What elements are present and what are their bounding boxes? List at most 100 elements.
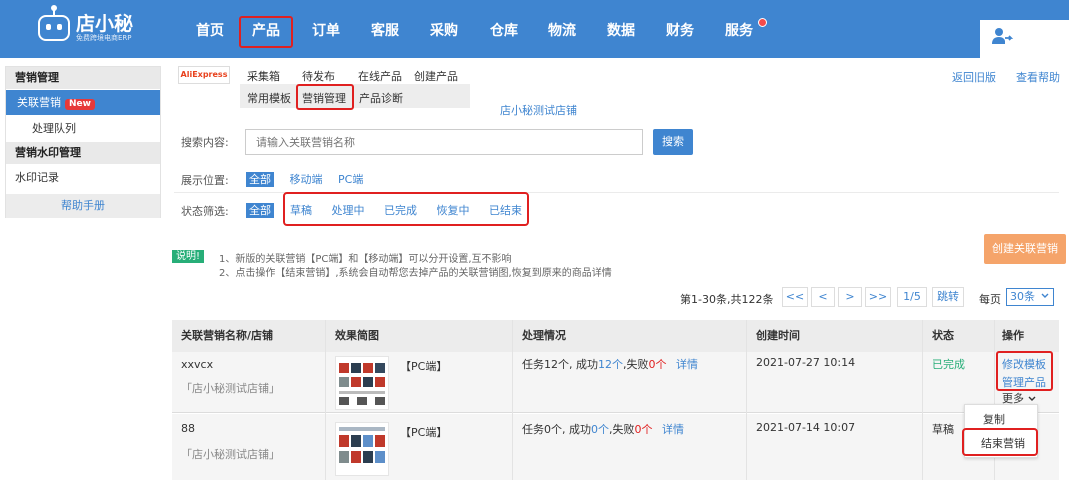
brand-slogan: 免费跨境电商ERP [76, 33, 132, 42]
chevron-down-icon [1028, 396, 1035, 401]
subnav-templates[interactable]: 常用模板 [247, 90, 291, 106]
row2-name: 88 [181, 422, 195, 435]
col-divider [325, 320, 326, 480]
page-first-button[interactable]: << [782, 287, 808, 307]
notice-line-1: 1、新版的关联营销【PC端】和【移动端】可以分开设置,互不影响 [219, 254, 512, 265]
subnav-online[interactable]: 在线产品 [358, 68, 402, 84]
page-prev-button[interactable]: < [811, 287, 835, 307]
col-header-actions: 操作 [1002, 320, 1024, 352]
top-navbar: 店小秘 免费跨境电商ERP 首页 产品 订单 客服 采购 仓库 物流 数据 财务… [0, 0, 1069, 58]
page-indicator: 1/5 [897, 287, 927, 307]
row2-fail-label: ,失败 [609, 423, 635, 436]
position-pc[interactable]: PC端 [338, 173, 363, 186]
row-divider [172, 412, 1059, 413]
row2-task-text: 任务0个, 成功 [522, 423, 591, 436]
nav-orders[interactable]: 订单 [302, 0, 350, 58]
product-grid-image-icon [339, 427, 385, 463]
notification-dot [758, 18, 767, 27]
chevron-down-icon [1041, 293, 1049, 298]
row2-thumbnail[interactable] [335, 422, 389, 476]
row2-progress: 任务0个, 成功0个,失败0个 详情 [522, 421, 684, 437]
page-last-button[interactable]: >> [865, 287, 891, 307]
row2-detail-link[interactable]: 详情 [662, 423, 684, 436]
search-input[interactable] [245, 129, 643, 155]
sidebar-item-label: 关联营销 [17, 96, 61, 109]
user-menu[interactable] [980, 20, 1069, 58]
sidebar-item-related-marketing[interactable]: 关联营销 New [6, 90, 160, 115]
user-switch-icon [992, 28, 1014, 44]
col-divider [922, 320, 923, 480]
row1-fail-count: 0个 [648, 358, 667, 371]
subnav-pending[interactable]: 待发布 [302, 68, 335, 84]
sidebar-item-watermark[interactable]: 水印记录 [6, 165, 160, 190]
status-all-wrapper: 全部 [246, 202, 274, 218]
sidebar-item-queue[interactable]: 处理队列 [6, 116, 160, 141]
position-all[interactable]: 全部 [246, 172, 274, 187]
nav-service-desk[interactable]: 客服 [361, 0, 409, 58]
status-label: 状态筛选: [181, 205, 229, 218]
notice-tag: 说明! [172, 250, 205, 263]
product-grid-image-icon [339, 363, 385, 405]
per-page-label: 每页 [979, 293, 1001, 306]
col-header-progress: 处理情况 [522, 320, 566, 352]
row1-task-text: 任务12个, 成功 [522, 358, 598, 371]
row1-detail-link[interactable]: 详情 [676, 358, 698, 371]
row1-shop: 「店小秘测试店铺」 [181, 382, 280, 395]
nav-services[interactable]: 服务 [715, 0, 763, 58]
row1-thumbnail[interactable] [335, 356, 389, 410]
col-header-status: 状态 [932, 320, 954, 352]
subnav-diagnosis[interactable]: 产品诊断 [359, 90, 403, 106]
col-header-created: 创建时间 [756, 320, 800, 352]
aliexpress-tab[interactable]: AliExpress [178, 66, 230, 84]
nav-warehouse[interactable]: 仓库 [480, 0, 528, 58]
nav-home[interactable]: 首页 [186, 0, 234, 58]
search-button[interactable]: 搜索 [653, 129, 693, 155]
search-label: 搜索内容: [181, 136, 229, 149]
nav-purchase[interactable]: 采购 [420, 0, 468, 58]
status-all[interactable]: 全部 [246, 203, 274, 218]
robot-logo-icon [38, 5, 70, 41]
status-filter-highlight [283, 192, 529, 226]
dropdown-copy[interactable]: 复制 [983, 411, 1005, 427]
help-manual-link[interactable]: 帮助手册 [6, 194, 160, 218]
nav-data[interactable]: 数据 [597, 0, 645, 58]
subnav-marketing-highlight [296, 84, 354, 110]
back-old-version-link[interactable]: 返回旧版 [952, 69, 996, 85]
row1-success-count: 12个 [598, 358, 623, 371]
col-header-preview: 效果简图 [335, 320, 379, 352]
nav-logistics[interactable]: 物流 [538, 0, 586, 58]
row1-actions-highlight [996, 351, 1053, 391]
page-next-button[interactable]: > [838, 287, 862, 307]
position-mobile[interactable]: 移动端 [290, 173, 323, 186]
row2-status: 草稿 [932, 423, 954, 436]
col-divider [512, 320, 513, 480]
shop-filter-partial[interactable]: 店小秘测试店铺 [500, 102, 577, 118]
new-badge: New [65, 99, 95, 110]
row1-fail-label: ,失败 [623, 358, 649, 371]
row1-name: xxvcx [181, 358, 214, 371]
position-label: 展示位置: [181, 174, 229, 187]
row1-progress: 任务12个, 成功12个,失败0个 详情 [522, 356, 698, 372]
subnav-create[interactable]: 创建产品 [414, 68, 458, 84]
nav-finance[interactable]: 财务 [656, 0, 704, 58]
row1-platform: 【PC端】 [400, 360, 448, 373]
brand-logo[interactable]: 店小秘 免费跨境电商ERP [38, 5, 134, 46]
nav-product-highlight [239, 16, 293, 48]
col-divider [746, 320, 747, 480]
view-help-link[interactable]: 查看帮助 [1016, 69, 1060, 85]
subnav-collect-box[interactable]: 采集箱 [247, 68, 280, 84]
row2-created: 2021-07-14 10:07 [756, 421, 856, 434]
per-page-select[interactable]: 30条 [1006, 288, 1054, 306]
pagination-summary: 第1-30条,共122条 [680, 293, 774, 306]
sidebar-group-watermark: 营销水印管理 [6, 142, 160, 164]
brand-name: 店小秘 [76, 12, 134, 35]
create-related-marketing-button[interactable]: 创建关联营销 [984, 234, 1066, 264]
row2-success-count: 0个 [591, 423, 609, 436]
row2-platform: 【PC端】 [400, 426, 448, 439]
position-options: 全部 移动端 PC端 [246, 171, 363, 187]
col-header-name: 关联营销名称/店铺 [181, 320, 274, 352]
page-jump-button[interactable]: 跳转 [932, 287, 964, 307]
table-header [172, 320, 1059, 352]
per-page-value: 30条 [1010, 290, 1035, 303]
row1-status: 已完成 [932, 358, 965, 371]
